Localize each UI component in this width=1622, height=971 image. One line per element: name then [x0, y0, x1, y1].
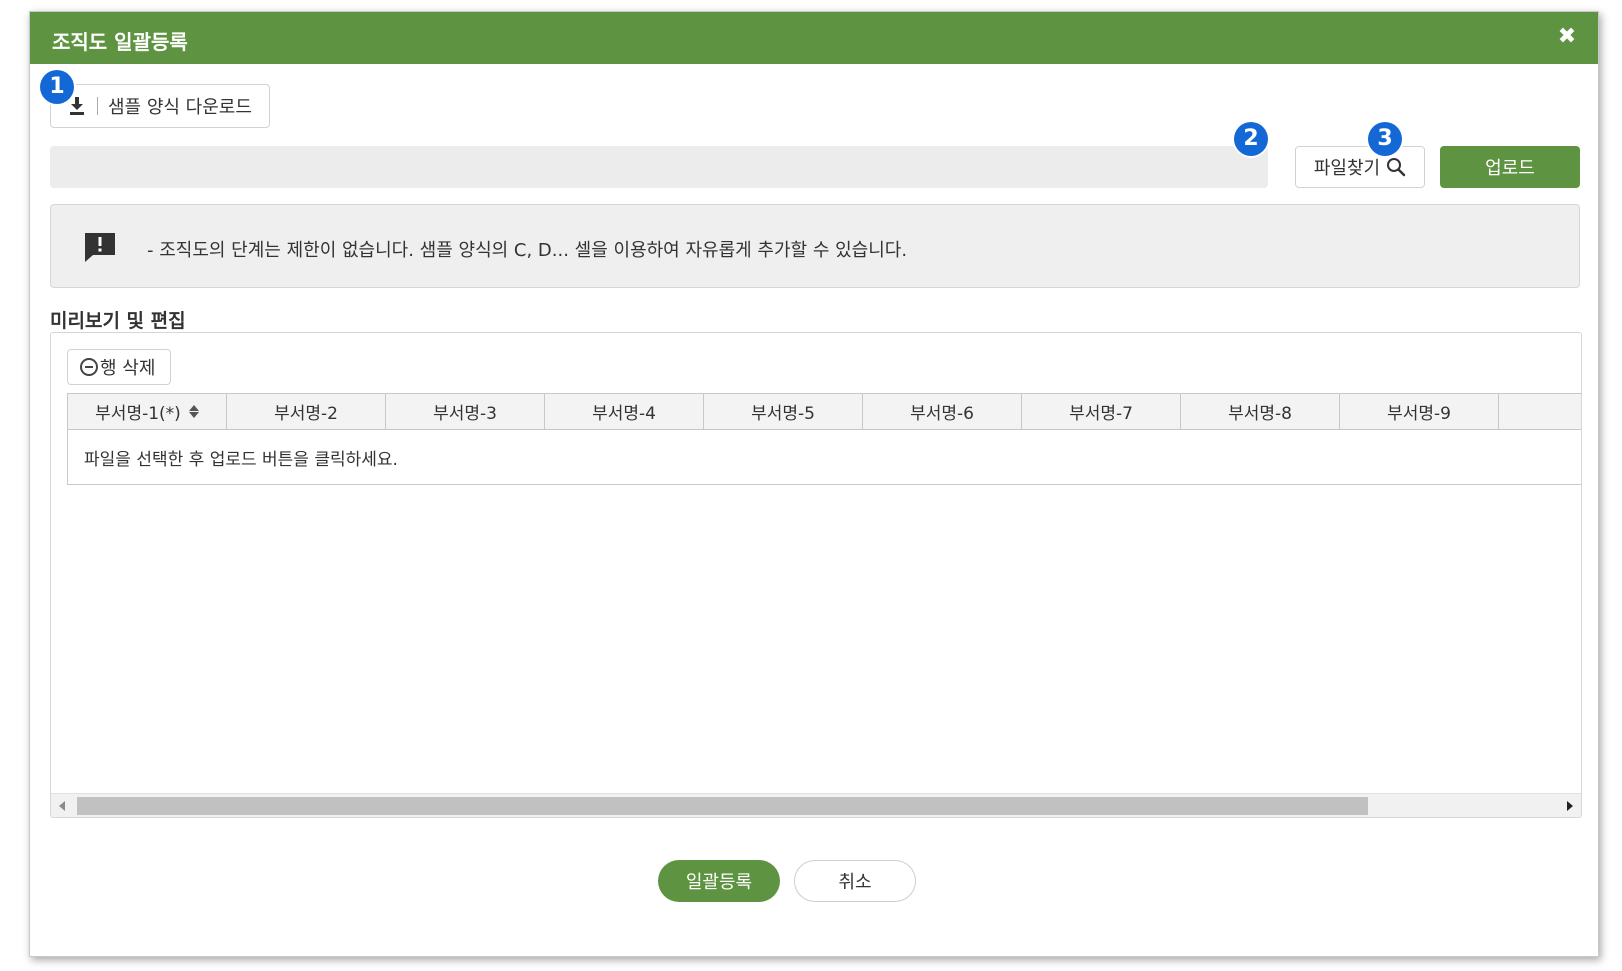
- scroll-left-icon[interactable]: [59, 801, 65, 811]
- scrollbar-thumb[interactable]: [77, 797, 1368, 815]
- sample-download-label: 샘플 양식 다운로드: [108, 97, 252, 118]
- dialog-titlebar: 조직도 일괄등록 ✖: [30, 12, 1598, 64]
- preview-grid-panel: 행 삭제 부서명-1(*) 부서명-2 부서명-3 부서명-4 부서명-5 부서…: [50, 332, 1582, 818]
- column-header[interactable]: 부서명-4: [545, 394, 704, 429]
- sort-icon[interactable]: [188, 405, 199, 418]
- column-header-label: 부서명-1(*): [95, 404, 181, 424]
- close-icon[interactable]: ✖: [1554, 24, 1580, 50]
- column-header[interactable]: 부서명-6: [863, 394, 1022, 429]
- dialog-footer: 일괄등록 취소: [30, 860, 1598, 902]
- find-file-button[interactable]: 파일찾기: [1295, 146, 1425, 188]
- bulk-register-dialog: 조직도 일괄등록 ✖ 1 샘플 양식 다운로드 2 파일찾기 3 업로드 - 조…: [29, 11, 1599, 957]
- empty-message: 파일을 선택한 후 업로드 버튼을 클릭하세요.: [84, 449, 398, 470]
- upload-button[interactable]: 업로드: [1440, 146, 1580, 188]
- column-header-overflow: [1499, 394, 1559, 429]
- column-header[interactable]: 부서명-2: [227, 394, 386, 429]
- separator: [97, 97, 98, 115]
- scroll-right-icon[interactable]: [1567, 801, 1573, 811]
- download-icon: [70, 97, 84, 115]
- notice-text: - 조직도의 단계는 제한이 없습니다. 샘플 양식의 C, D... 셀을 이…: [147, 240, 908, 261]
- dialog-title: 조직도 일괄등록: [52, 30, 188, 54]
- step-marker-3: 3: [1368, 122, 1402, 156]
- column-header[interactable]: 부서명-7: [1022, 394, 1181, 429]
- delete-row-button[interactable]: 행 삭제: [67, 349, 171, 385]
- minus-circle-icon: [80, 358, 98, 376]
- file-path-field[interactable]: [50, 146, 1268, 188]
- cancel-button[interactable]: 취소: [794, 860, 916, 902]
- column-header[interactable]: 부서명-1(*): [68, 394, 227, 429]
- horizontal-scrollbar[interactable]: [51, 793, 1581, 817]
- step-marker-1: 1: [40, 70, 74, 104]
- sample-download-button[interactable]: 샘플 양식 다운로드: [50, 84, 270, 128]
- column-header[interactable]: 부서명-5: [704, 394, 863, 429]
- search-icon: [1387, 158, 1406, 177]
- delete-row-label: 행 삭제: [100, 358, 156, 379]
- step-marker-2: 2: [1234, 122, 1268, 156]
- find-file-label: 파일찾기: [1313, 158, 1381, 179]
- column-header[interactable]: 부서명-3: [386, 394, 545, 429]
- column-header[interactable]: 부서명-8: [1181, 394, 1340, 429]
- bulk-register-button[interactable]: 일괄등록: [658, 860, 780, 902]
- preview-section-title: 미리보기 및 편집: [50, 310, 186, 332]
- preview-table: 부서명-1(*) 부서명-2 부서명-3 부서명-4 부서명-5 부서명-6 부…: [67, 393, 1581, 485]
- table-header: 부서명-1(*) 부서명-2 부서명-3 부서명-4 부서명-5 부서명-6 부…: [68, 394, 1581, 430]
- notice-box: - 조직도의 단계는 제한이 없습니다. 샘플 양식의 C, D... 셀을 이…: [50, 204, 1580, 288]
- alert-comment-icon: [85, 233, 115, 262]
- column-header[interactable]: 부서명-9: [1340, 394, 1499, 429]
